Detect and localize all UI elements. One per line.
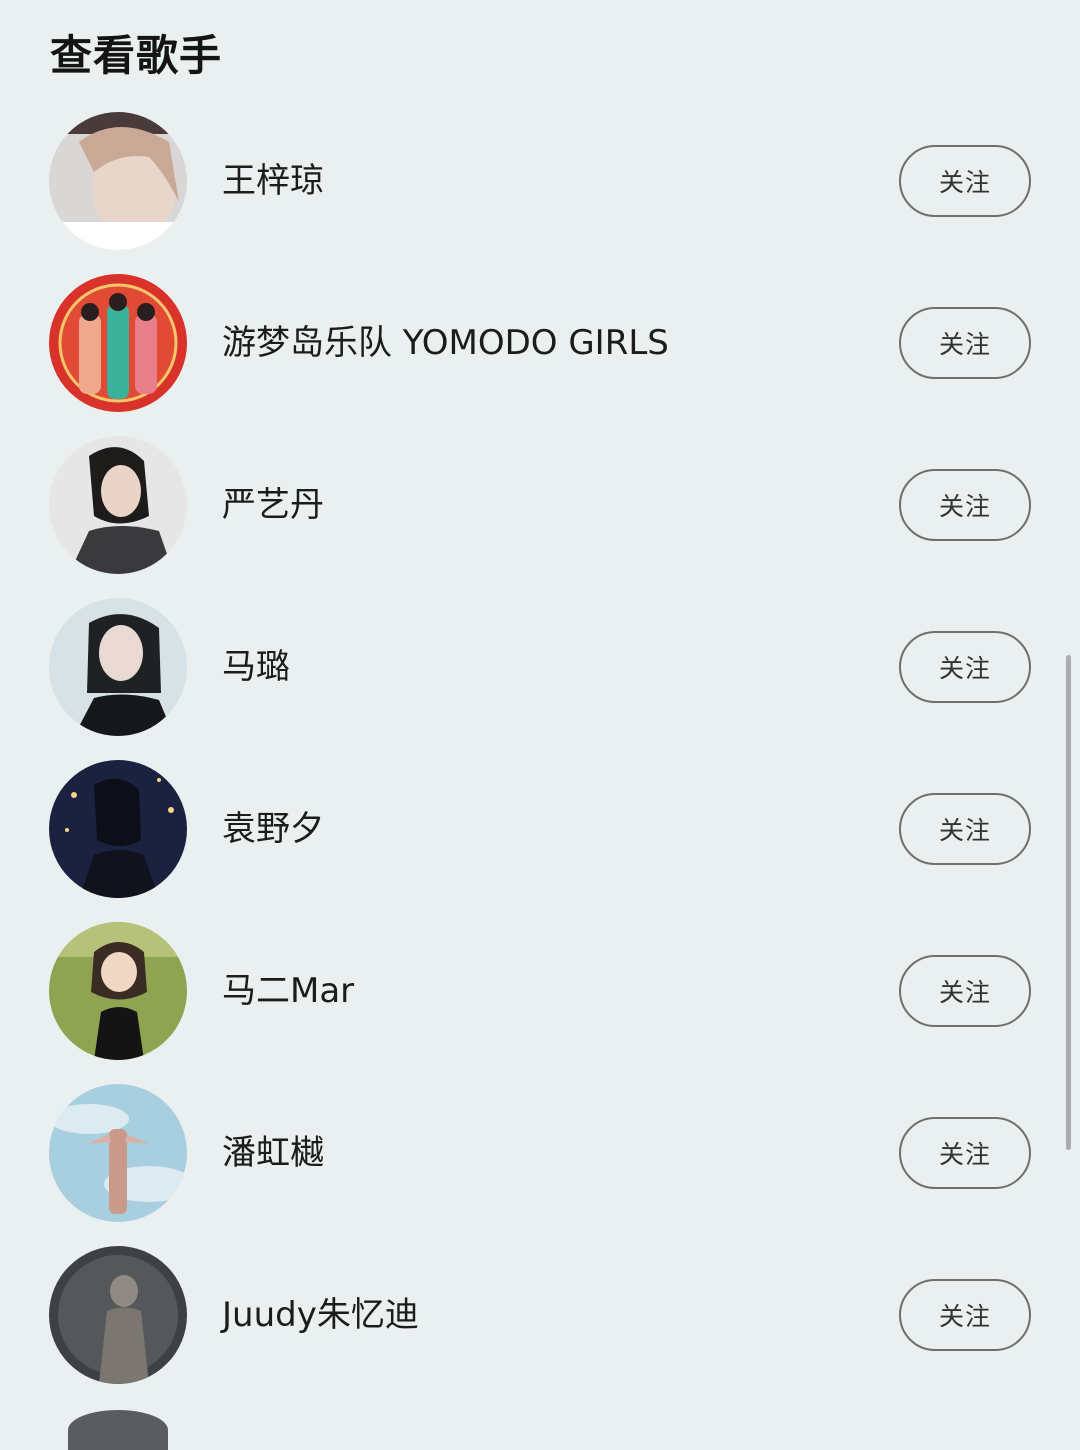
artist-row[interactable]: 游梦岛乐队 YOMODO GIRLS 关注 [0, 262, 1080, 424]
artist-list-sheet: 查看歌手 王梓琼 关注 游梦岛乐队 YOMODO GIRLS 关注 严艺丹 关注… [0, 0, 1080, 1450]
avatar-image [49, 112, 187, 250]
next-artist-avatar-partial[interactable] [68, 1410, 168, 1450]
artist-avatar[interactable] [49, 760, 187, 898]
avatar-image [49, 1246, 187, 1384]
page-title: 查看歌手 [50, 31, 223, 80]
artist-name[interactable]: 严艺丹 [222, 474, 324, 536]
follow-button[interactable]: 关注 [899, 1117, 1031, 1189]
artist-avatar[interactable] [49, 922, 187, 1060]
artist-name[interactable]: 袁野夕 [222, 798, 324, 860]
artist-avatar[interactable] [49, 436, 187, 574]
artist-name[interactable]: 马二Mar [222, 960, 354, 1022]
artist-row[interactable]: 马璐 关注 [0, 586, 1080, 748]
follow-button[interactable]: 关注 [899, 955, 1031, 1027]
follow-button[interactable]: 关注 [899, 469, 1031, 541]
artist-name[interactable]: 潘虹樾 [222, 1122, 324, 1184]
artist-avatar[interactable] [49, 1084, 187, 1222]
artist-row[interactable]: Juudy朱忆迪 关注 [0, 1234, 1080, 1396]
artist-name[interactable]: 王梓琼 [222, 150, 324, 212]
follow-button[interactable]: 关注 [899, 145, 1031, 217]
avatar-image [49, 922, 187, 1060]
artist-row[interactable]: 严艺丹 关注 [0, 424, 1080, 586]
follow-button[interactable]: 关注 [899, 793, 1031, 865]
artist-avatar[interactable] [49, 1246, 187, 1384]
follow-button[interactable]: 关注 [899, 1279, 1031, 1351]
artist-row[interactable]: 马二Mar 关注 [0, 910, 1080, 1072]
avatar-image [49, 1084, 187, 1222]
avatar-image [49, 598, 187, 736]
artist-row[interactable]: 袁野夕 关注 [0, 748, 1080, 910]
artist-avatar[interactable] [49, 112, 187, 250]
artist-name[interactable]: 马璐 [222, 636, 290, 698]
follow-button[interactable]: 关注 [899, 631, 1031, 703]
artist-name[interactable]: 游梦岛乐队 YOMODO GIRLS [222, 312, 669, 374]
follow-button[interactable]: 关注 [899, 307, 1031, 379]
avatar-image [49, 760, 187, 898]
artist-name[interactable]: Juudy朱忆迪 [222, 1284, 419, 1346]
artist-row[interactable]: 王梓琼 关注 [0, 100, 1080, 262]
scrollbar-thumb[interactable] [1066, 655, 1071, 1150]
artist-avatar[interactable] [49, 274, 187, 412]
artist-row[interactable]: 潘虹樾 关注 [0, 1072, 1080, 1234]
avatar-image [49, 274, 187, 412]
artist-avatar[interactable] [49, 598, 187, 736]
avatar-image [49, 436, 187, 574]
